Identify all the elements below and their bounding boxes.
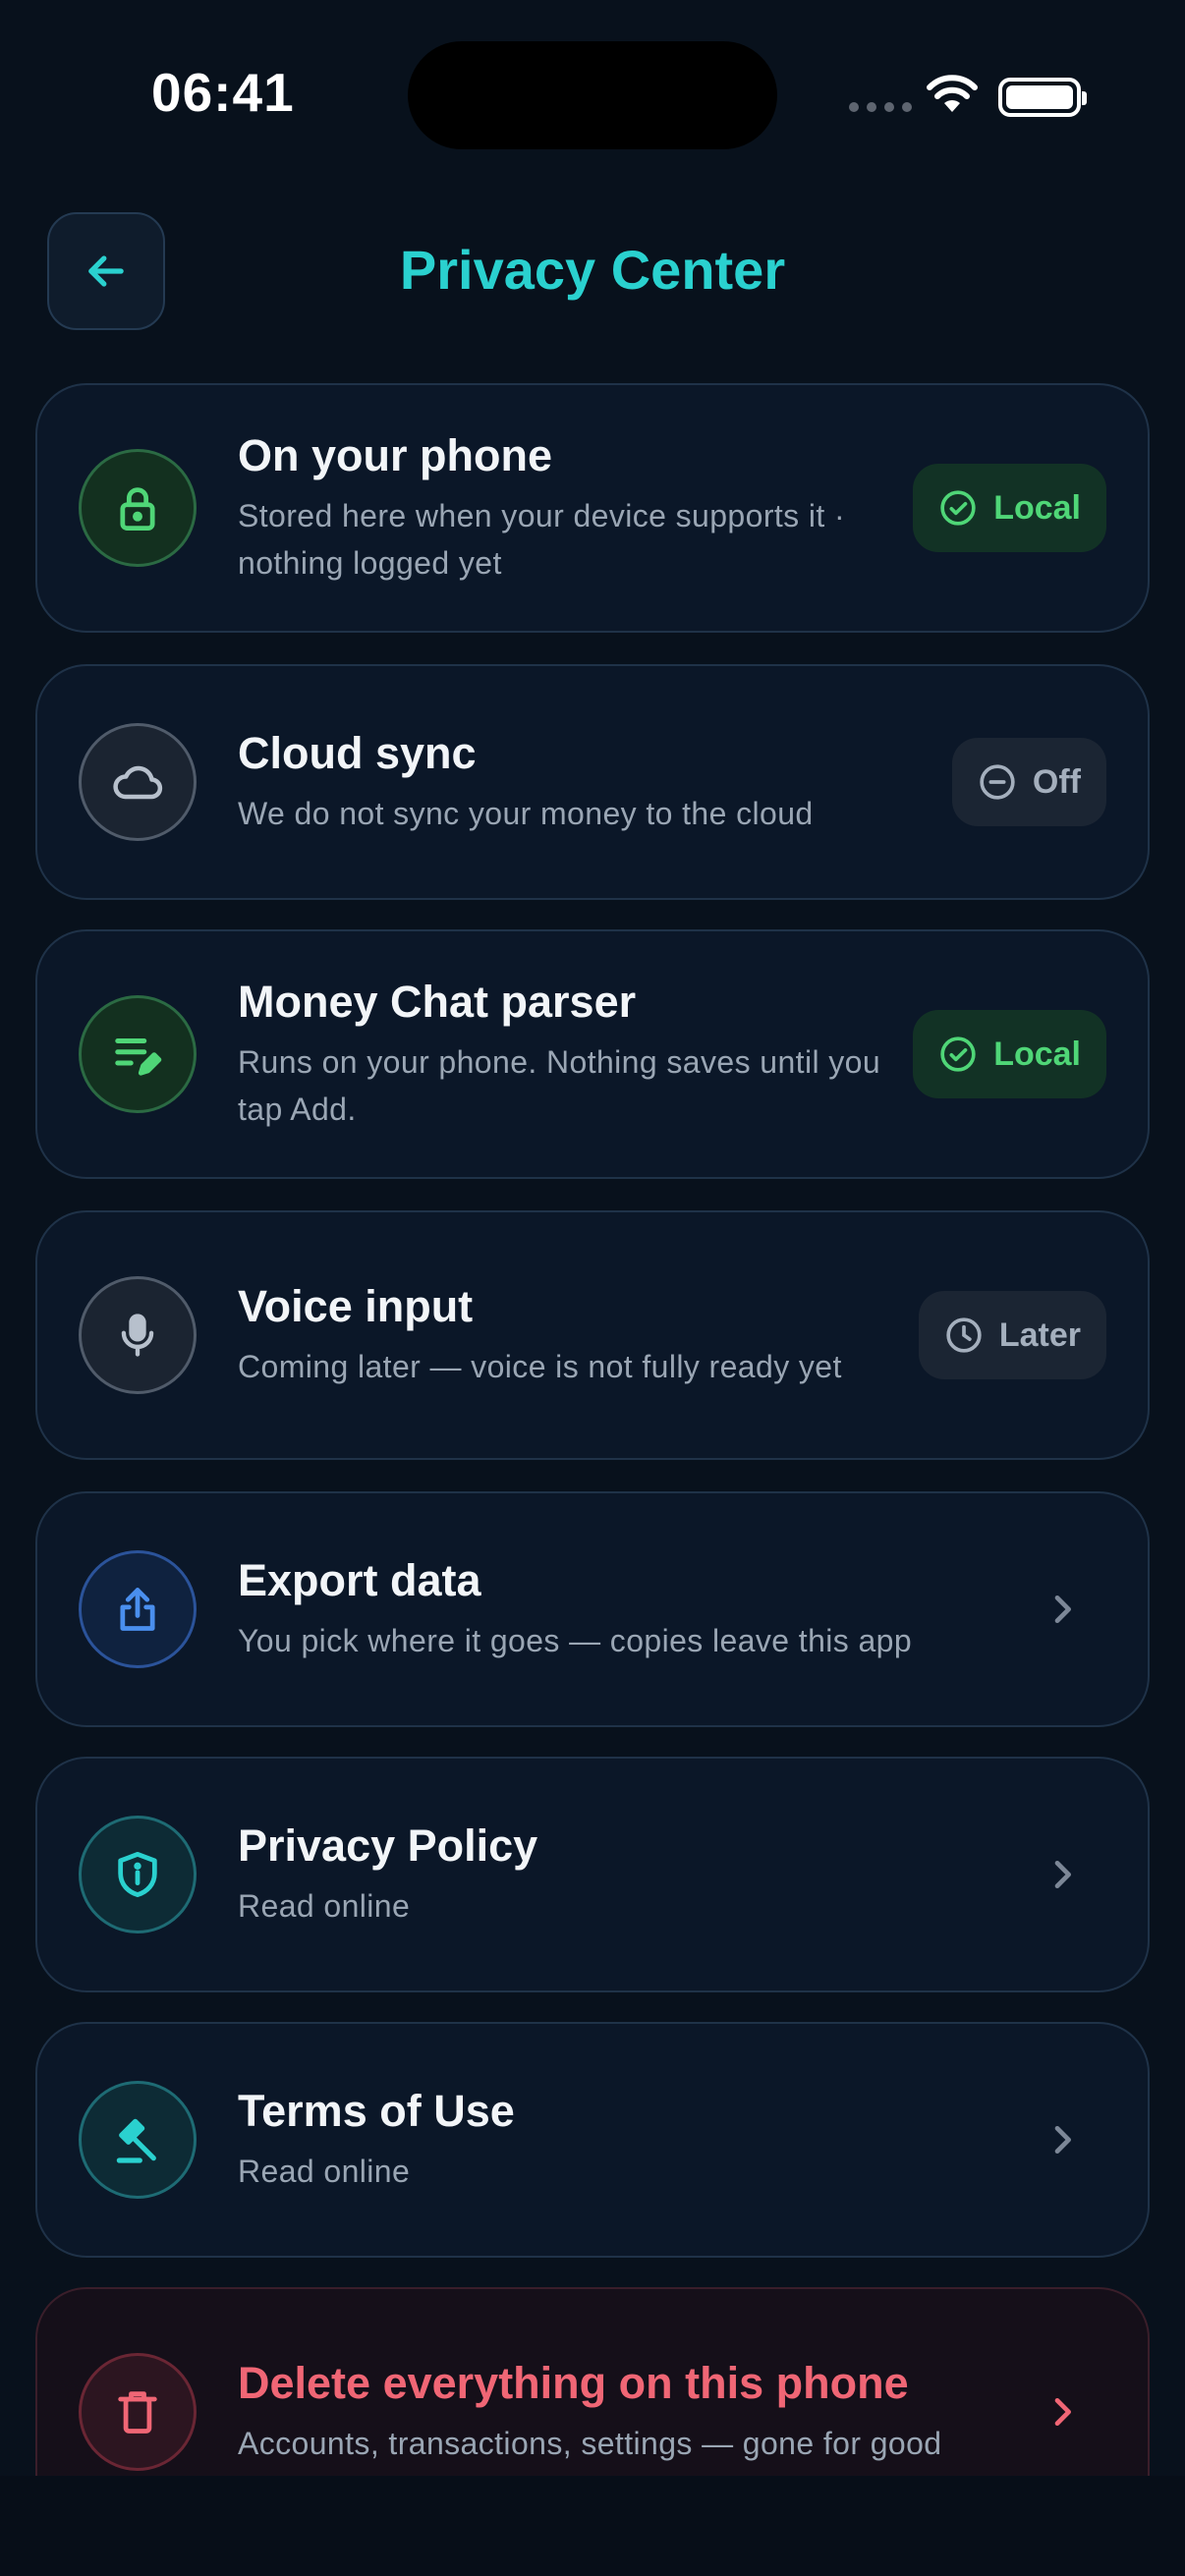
card-title: On your phone (238, 430, 552, 480)
chevron-right-icon (1038, 2387, 1087, 2436)
minus-circle-icon (980, 764, 1015, 800)
privacy-center-screen: 06:41 Privacy Center On your phone Store… (0, 0, 1185, 2576)
trash-icon (79, 2353, 197, 2471)
privacy-policy-row[interactable]: Privacy Policy Read online (35, 1757, 1150, 1992)
clock-icon (946, 1317, 982, 1353)
cloud-sync-card: Cloud sync We do not sync your money to … (35, 664, 1150, 900)
card-subtitle: You pick where it goes — copies leave th… (238, 1623, 913, 1658)
card-title: Terms of Use (238, 2086, 515, 2136)
card-title: Privacy Policy (238, 1820, 538, 1871)
terms-of-use-row[interactable]: Terms of Use Read online (35, 2022, 1150, 2258)
card-subtitle: Read online (238, 1888, 411, 1924)
card-subtitle: Stored here when your device supports it… (238, 498, 846, 581)
bottom-safe-area (0, 2476, 1185, 2576)
money-chat-parser-card: Money Chat parser Runs on your phone. No… (35, 929, 1150, 1179)
export-data-row[interactable]: Export data You pick where it goes — cop… (35, 1491, 1150, 1727)
off-status-badge: Off (951, 738, 1106, 826)
wifi-icon (927, 75, 978, 112)
card-subtitle: Accounts, transactions, settings — gone … (238, 2426, 942, 2461)
page-title: Privacy Center (399, 239, 786, 301)
lock-icon (79, 449, 197, 567)
cellular-signal-icon (849, 102, 912, 112)
card-title: Export data (238, 1555, 481, 1605)
chevron-right-icon (1038, 2115, 1087, 2164)
cloud-icon (79, 723, 197, 841)
card-title: Cloud sync (238, 728, 477, 778)
shield-info-icon (79, 1816, 197, 1933)
card-subtitle: Coming later — voice is not fully ready … (238, 1349, 842, 1384)
privacy-cards-list: On your phone Stored here when your devi… (35, 383, 1150, 2476)
on-your-phone-card: On your phone Stored here when your devi… (35, 383, 1150, 633)
card-title: Delete everything on this phone (238, 2358, 909, 2408)
status-time: 06:41 (151, 62, 295, 123)
badge-label: Local (993, 1035, 1081, 1073)
microphone-icon (79, 1276, 197, 1394)
gavel-icon (79, 2081, 197, 2199)
local-status-badge: Local (913, 1010, 1106, 1098)
card-title: Voice input (238, 1281, 474, 1331)
share-export-icon (79, 1550, 197, 1668)
voice-input-card: Voice input Coming later — voice is not … (35, 1210, 1150, 1460)
chevron-right-icon (1038, 1850, 1087, 1899)
local-status-badge: Local (913, 464, 1106, 552)
card-subtitle: We do not sync your money to the cloud (238, 796, 814, 831)
badge-label: Local (993, 488, 1081, 527)
card-subtitle: Read online (238, 2154, 411, 2189)
edit-notes-icon (79, 995, 197, 1113)
check-circle-icon (940, 1036, 976, 1072)
delete-everything-row[interactable]: Delete everything on this phone Accounts… (35, 2287, 1150, 2476)
check-circle-icon (940, 490, 976, 526)
card-title: Money Chat parser (238, 977, 637, 1027)
dynamic-island (408, 41, 777, 149)
later-status-badge: Later (918, 1291, 1106, 1379)
chevron-right-icon (1038, 1585, 1087, 1634)
badge-label: Off (1032, 762, 1081, 801)
battery-icon (998, 78, 1087, 117)
card-subtitle: Runs on your phone. Nothing saves until … (238, 1044, 881, 1127)
badge-label: Later (998, 1316, 1081, 1354)
